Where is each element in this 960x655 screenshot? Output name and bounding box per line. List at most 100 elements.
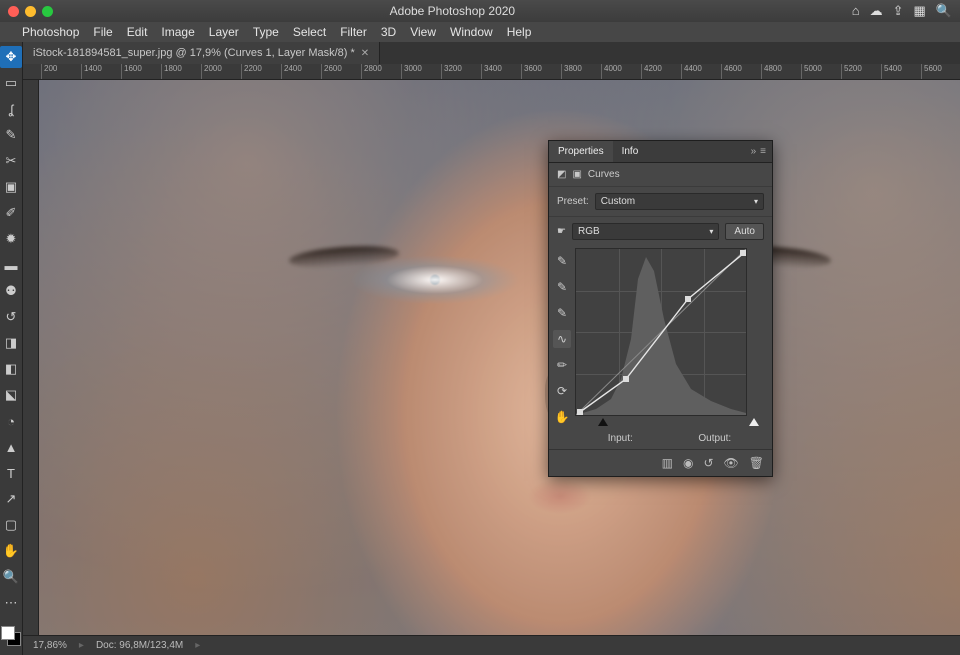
quick-select-tool[interactable]: ✎: [0, 124, 22, 146]
pen-tool[interactable]: ▲: [0, 436, 22, 458]
eraser-tool[interactable]: ◨: [0, 332, 22, 354]
hand-icon[interactable]: ✋: [553, 408, 571, 426]
draw-curve-icon[interactable]: ✏: [553, 356, 571, 374]
output-label: Output:: [698, 433, 731, 444]
clip-to-layer-icon[interactable]: ▥: [662, 456, 673, 470]
channel-value: RGB: [578, 226, 600, 237]
move-tool[interactable]: ✥: [0, 46, 22, 68]
edit-toolbar-button[interactable]: ⋯: [0, 592, 22, 614]
shape-tool[interactable]: ▢: [0, 514, 22, 536]
ruler-mark: 1400: [81, 64, 121, 79]
ruler-mark: 4000: [601, 64, 641, 79]
menu-layer[interactable]: Layer: [209, 25, 239, 39]
eyedropper-gray-icon[interactable]: ✎: [553, 278, 571, 296]
horizontal-ruler: 2001400160018002000220024002600280030003…: [23, 64, 960, 80]
crop-tool[interactable]: ✂: [0, 150, 22, 172]
ruler-mark: 2600: [321, 64, 361, 79]
collapse-panel-icon[interactable]: »: [751, 146, 757, 157]
canvas[interactable]: [39, 80, 960, 635]
document-tab-strip: iStock-181894581_super.jpg @ 17,9% (Curv…: [23, 42, 960, 64]
workspace-icon[interactable]: ▦: [914, 3, 926, 19]
hand-tool[interactable]: ✋: [0, 540, 22, 562]
tab-properties[interactable]: Properties: [549, 141, 613, 162]
adjustment-type-label: Curves: [588, 169, 620, 180]
menu-image[interactable]: Image: [161, 25, 194, 39]
marquee-tool[interactable]: ▭: [0, 72, 22, 94]
status-bar: 17,86% ▸ Doc: 96,8M/123,4M ▸: [23, 635, 960, 655]
input-label: Input:: [608, 433, 633, 444]
close-document-icon[interactable]: ✕: [361, 48, 369, 59]
curve-line[interactable]: [576, 249, 746, 415]
healing-brush-tool[interactable]: ✹: [0, 228, 22, 250]
menu-select[interactable]: Select: [293, 25, 326, 39]
menu-type[interactable]: Type: [253, 25, 279, 39]
menu-edit[interactable]: Edit: [127, 25, 148, 39]
ruler-mark: 5200: [841, 64, 881, 79]
ruler-mark: 5400: [881, 64, 921, 79]
foreground-color-swatch[interactable]: [1, 626, 15, 640]
status-doc-size[interactable]: Doc: 96,8M/123,4M: [96, 640, 183, 651]
eyedropper-white-icon[interactable]: ✎: [553, 304, 571, 322]
curves-graph[interactable]: [575, 248, 747, 416]
eyedropper-tool[interactable]: ✐: [0, 202, 22, 224]
view-previous-icon[interactable]: ◉: [683, 456, 693, 470]
ruler-mark: 4800: [761, 64, 801, 79]
trash-icon[interactable]: 🗑: [749, 456, 764, 470]
tool-palette: ✥ ▭ ʆ ✎ ✂ ▣ ✐ ✹ ▬ ⚉ ↺ ◨ ◧ ⬕ ◔ ▲ T ↗ ▢ ✋ …: [0, 42, 23, 655]
menu-filter[interactable]: Filter: [340, 25, 367, 39]
color-swatches[interactable]: [1, 626, 21, 646]
cloud-icon[interactable]: ☁: [870, 3, 883, 19]
menu-3d[interactable]: 3D: [381, 25, 396, 39]
toggle-visibility-icon[interactable]: 👁: [724, 456, 739, 470]
target-adjustment-icon[interactable]: ☛: [557, 226, 566, 237]
document-area: iStock-181894581_super.jpg @ 17,9% (Curv…: [23, 42, 960, 655]
window-zoom-button[interactable]: [42, 6, 53, 17]
curves-side-tools: ✎ ✎ ✎ ∿ ✏ ⟳ ✋: [549, 246, 575, 449]
window-minimize-button[interactable]: [25, 6, 36, 17]
ruler-mark: 4600: [721, 64, 761, 79]
dodge-tool[interactable]: ◔: [0, 410, 22, 432]
home-icon[interactable]: ⌂: [852, 3, 860, 19]
clone-stamp-tool[interactable]: ⚉: [0, 280, 22, 302]
mask-icon: ▣: [572, 169, 581, 180]
menu-help[interactable]: Help: [507, 25, 532, 39]
brush-tool[interactable]: ▬: [0, 254, 22, 276]
window-close-button[interactable]: [8, 6, 19, 17]
tab-info[interactable]: Info: [613, 141, 648, 162]
reset-icon[interactable]: ↺: [703, 456, 713, 470]
properties-panel[interactable]: Properties Info » ≡ ◩ ▣ Curves Preset: C…: [548, 140, 773, 477]
chevron-right-icon: ▸: [195, 640, 200, 651]
ruler-mark: 4400: [681, 64, 721, 79]
share-icon[interactable]: ⇪: [893, 3, 904, 19]
menu-file[interactable]: File: [93, 25, 112, 39]
gradient-tool[interactable]: ◧: [0, 358, 22, 380]
blur-tool[interactable]: ⬕: [0, 384, 22, 406]
menu-window[interactable]: Window: [450, 25, 493, 39]
photo-content: [39, 80, 960, 635]
history-brush-tool[interactable]: ↺: [0, 306, 22, 328]
auto-button[interactable]: Auto: [725, 223, 764, 240]
edit-points-icon[interactable]: ∿: [553, 330, 571, 348]
zoom-tool[interactable]: 🔍: [0, 566, 22, 588]
menu-view[interactable]: View: [410, 25, 436, 39]
type-tool[interactable]: T: [0, 462, 22, 484]
vertical-ruler: [23, 80, 39, 635]
input-slider[interactable]: [601, 418, 756, 428]
search-icon[interactable]: 🔍: [936, 3, 952, 19]
ruler-mark: 5600: [921, 64, 960, 79]
frame-tool[interactable]: ▣: [0, 176, 22, 198]
status-zoom[interactable]: 17,86%: [33, 640, 67, 651]
channel-select[interactable]: RGB▾: [572, 223, 719, 240]
panel-menu-icon[interactable]: ≡: [760, 146, 766, 157]
path-select-tool[interactable]: ↗: [0, 488, 22, 510]
document-tab[interactable]: iStock-181894581_super.jpg @ 17,9% (Curv…: [23, 42, 380, 64]
smooth-icon[interactable]: ⟳: [553, 382, 571, 400]
ruler-mark: 2000: [201, 64, 241, 79]
ruler-mark: 1800: [161, 64, 201, 79]
eyedropper-black-icon[interactable]: ✎: [553, 252, 571, 270]
preset-select[interactable]: Custom▾: [595, 193, 764, 210]
menu-photoshop[interactable]: Photoshop: [22, 25, 79, 39]
preset-value: Custom: [601, 196, 635, 207]
lasso-tool[interactable]: ʆ: [0, 98, 22, 120]
ruler-mark: 3600: [521, 64, 561, 79]
